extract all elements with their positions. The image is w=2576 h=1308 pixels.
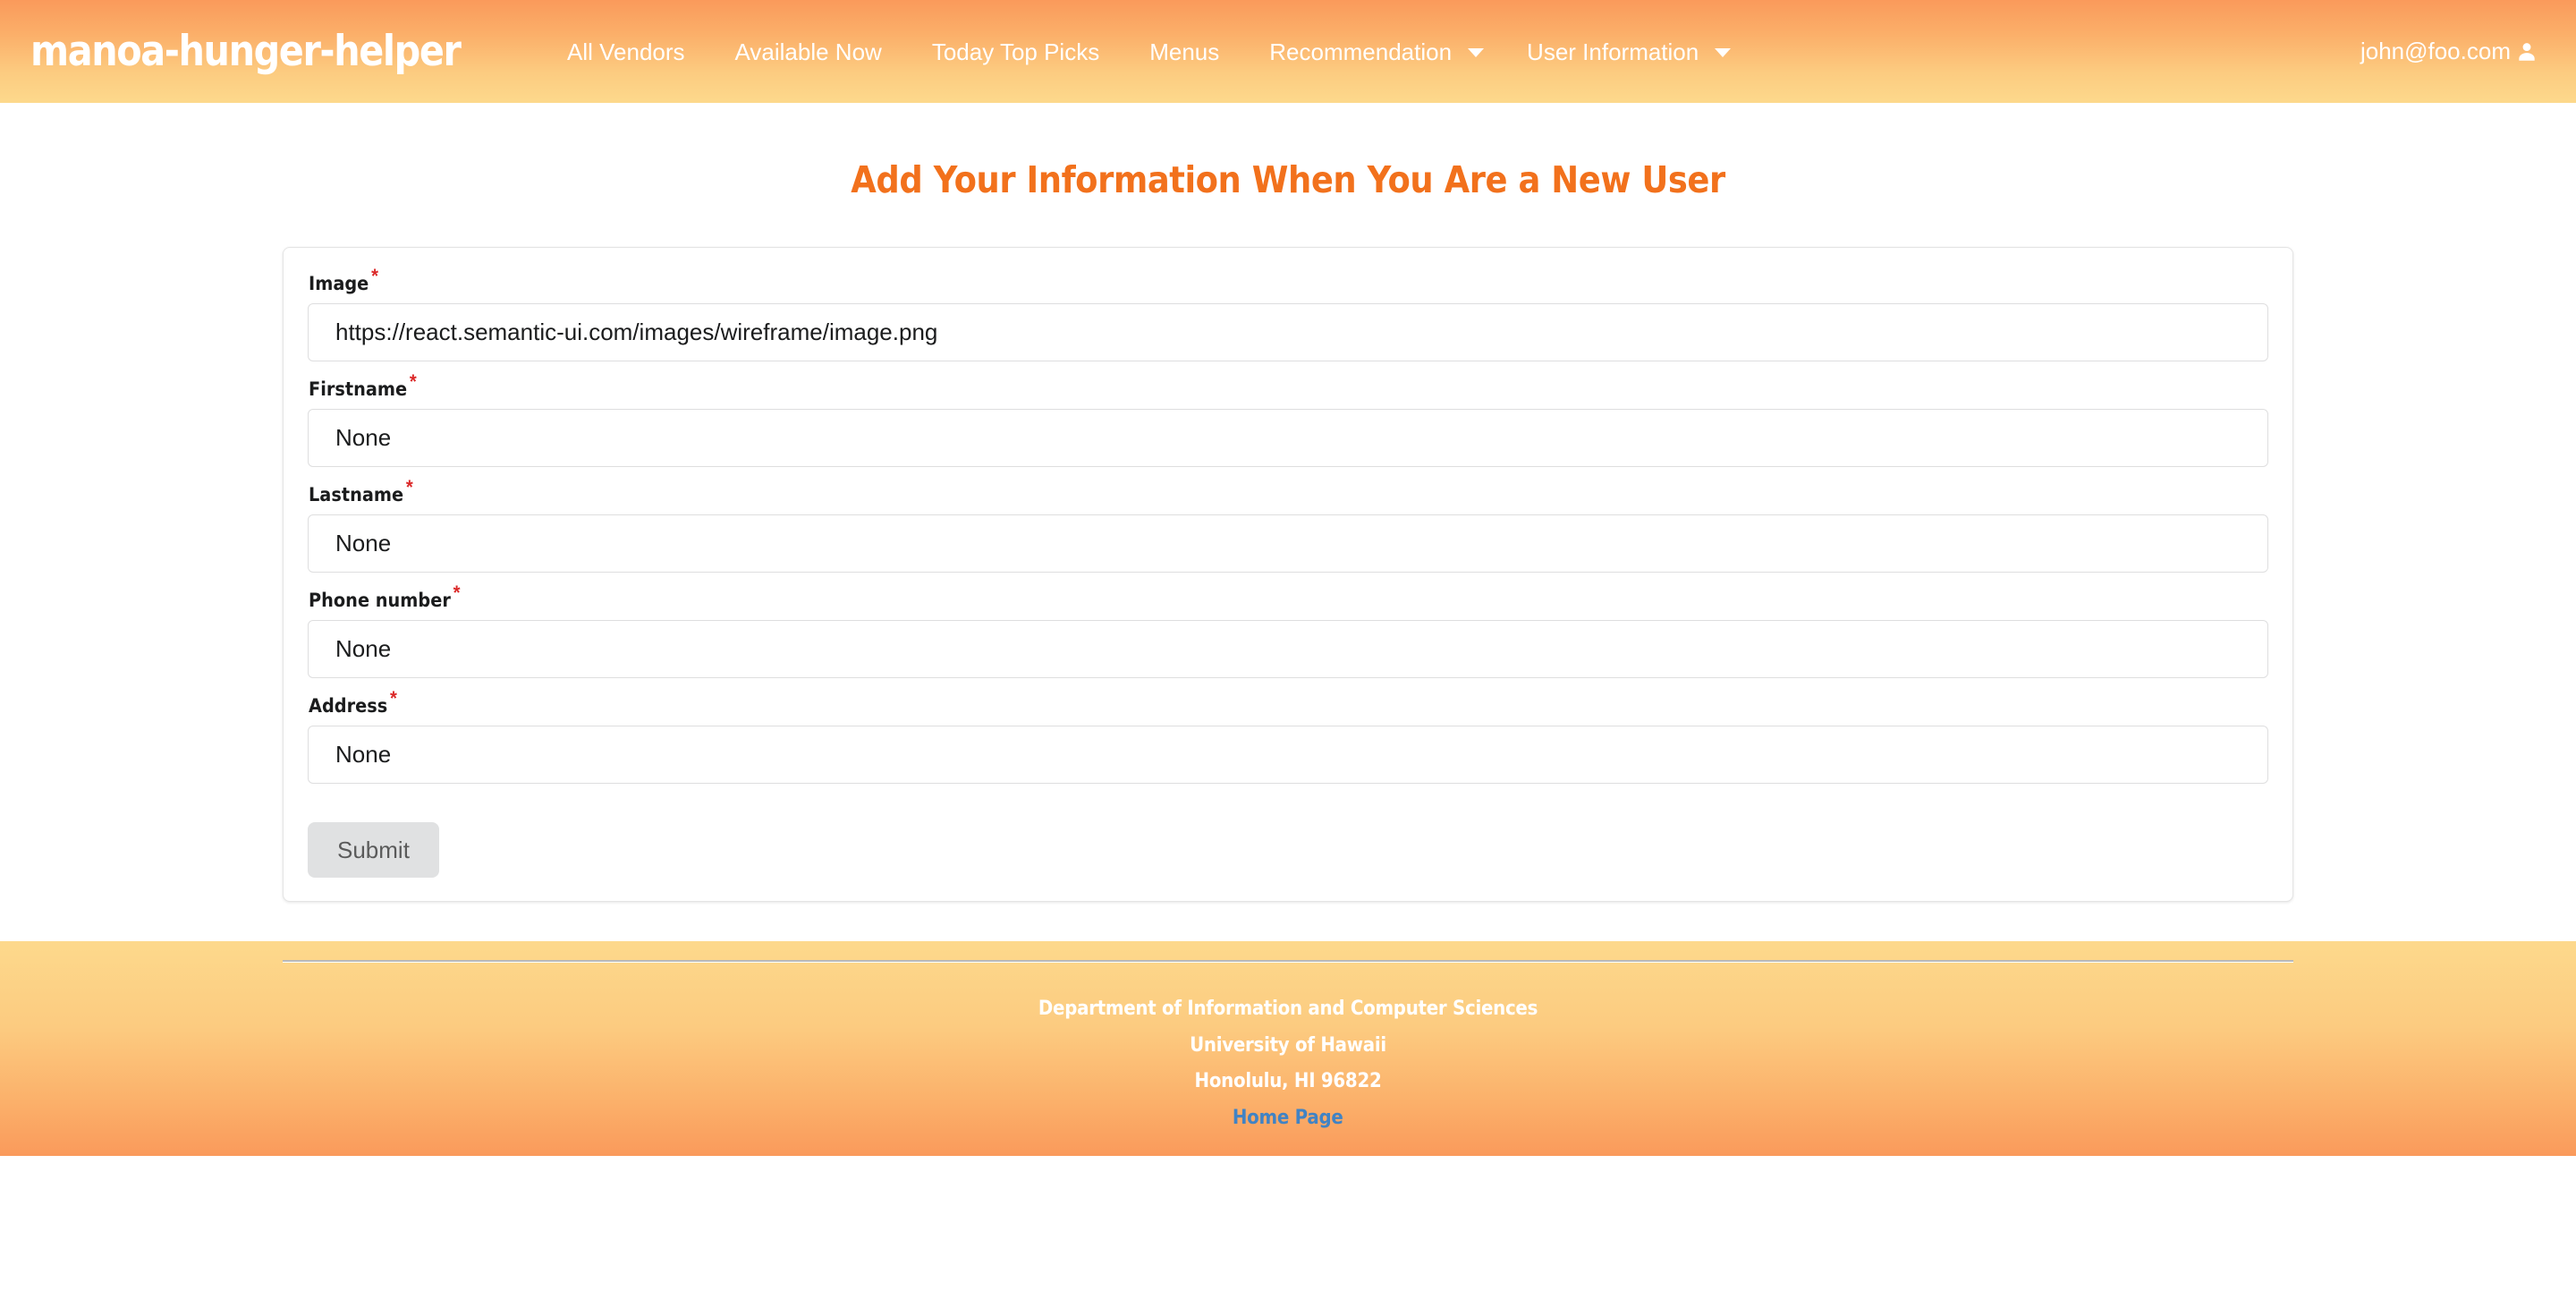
footer-line-department: Department of Information and Computer S… xyxy=(1038,998,1538,1020)
required-asterisk: * xyxy=(371,265,378,287)
nav-item-label: User Information xyxy=(1527,38,1699,65)
field-address: Address * xyxy=(308,689,2268,784)
nav-item-user-information[interactable]: User Information xyxy=(1502,40,1749,64)
submit-row: Submit xyxy=(308,801,2268,878)
form-card-wrapper: Image* Firstname* Lastname* Phone number… xyxy=(0,201,2576,902)
required-asterisk: * xyxy=(409,370,417,393)
nav-links: All Vendors Available Now Today Top Pick… xyxy=(542,40,1749,64)
field-firstname: Firstname * xyxy=(308,372,2268,467)
footer-line-city: Honolulu, HI 96822 xyxy=(1194,1070,1382,1093)
field-label-lastname: Lastname * xyxy=(309,478,2112,506)
field-lastname: Lastname * xyxy=(308,478,2268,573)
field-phone-number: Phone number * xyxy=(308,583,2268,678)
label-text: Phone number xyxy=(309,590,451,611)
nav-item-recommendation[interactable]: Recommendation xyxy=(1244,40,1502,64)
label-text: Image xyxy=(309,273,369,294)
nav-item-available-now[interactable]: Available Now xyxy=(710,40,907,64)
nav-item-label: Menus xyxy=(1149,38,1220,65)
required-asterisk: * xyxy=(390,687,397,709)
nav-item-label: Today Top Picks xyxy=(931,38,1100,65)
label-text: Lastname xyxy=(309,484,404,505)
nav-item-today-top-picks[interactable]: Today Top Picks xyxy=(907,40,1124,64)
field-label-phone-number: Phone number * xyxy=(309,583,2112,612)
chevron-down-icon xyxy=(1468,48,1485,57)
nav-item-all-vendors[interactable]: All Vendors xyxy=(542,40,710,64)
nav-item-label: All Vendors xyxy=(567,38,685,65)
nav-item-label: Recommendation xyxy=(1269,38,1453,65)
user-icon xyxy=(2519,42,2535,61)
firstname-input[interactable] xyxy=(308,409,2268,467)
page-title: Add Your Information When You Are a New … xyxy=(851,158,1725,201)
phone-number-input[interactable] xyxy=(308,620,2268,678)
label-text: Address xyxy=(309,695,388,717)
field-label-firstname: Firstname * xyxy=(309,372,2112,401)
footer-divider xyxy=(283,960,2293,963)
footer-home-page-link[interactable]: Home Page xyxy=(1233,1100,1343,1137)
field-image: Image * xyxy=(308,267,2268,361)
account-email-label: john@foo.com xyxy=(2360,38,2511,64)
account-menu[interactable]: john@foo.com xyxy=(2360,38,2544,65)
user-information-form-card: Image* Firstname* Lastname* Phone number… xyxy=(283,247,2293,902)
address-input[interactable] xyxy=(308,726,2268,784)
top-navbar: manoa-hunger-helper All Vendors Availabl… xyxy=(0,0,2576,103)
field-label-image: Image * xyxy=(309,267,2112,295)
lastname-input[interactable] xyxy=(308,514,2268,573)
submit-button[interactable]: Submit xyxy=(308,822,439,878)
chevron-down-icon xyxy=(1715,48,1732,57)
field-label-address: Address * xyxy=(309,689,2112,718)
image-input[interactable] xyxy=(308,303,2268,361)
label-text: Firstname xyxy=(309,378,408,400)
required-asterisk: * xyxy=(453,582,461,604)
brand-logo[interactable]: manoa-hunger-helper xyxy=(30,30,462,72)
page-footer: Department of Information and Computer S… xyxy=(0,941,2576,1156)
nav-item-menus[interactable]: Menus xyxy=(1124,40,1244,64)
footer-content: Department of Information and Computer S… xyxy=(283,944,2293,1137)
footer-line-university: University of Hawaii xyxy=(1190,1033,1386,1057)
nav-item-label: Available Now xyxy=(734,38,882,65)
required-asterisk: * xyxy=(405,476,413,498)
